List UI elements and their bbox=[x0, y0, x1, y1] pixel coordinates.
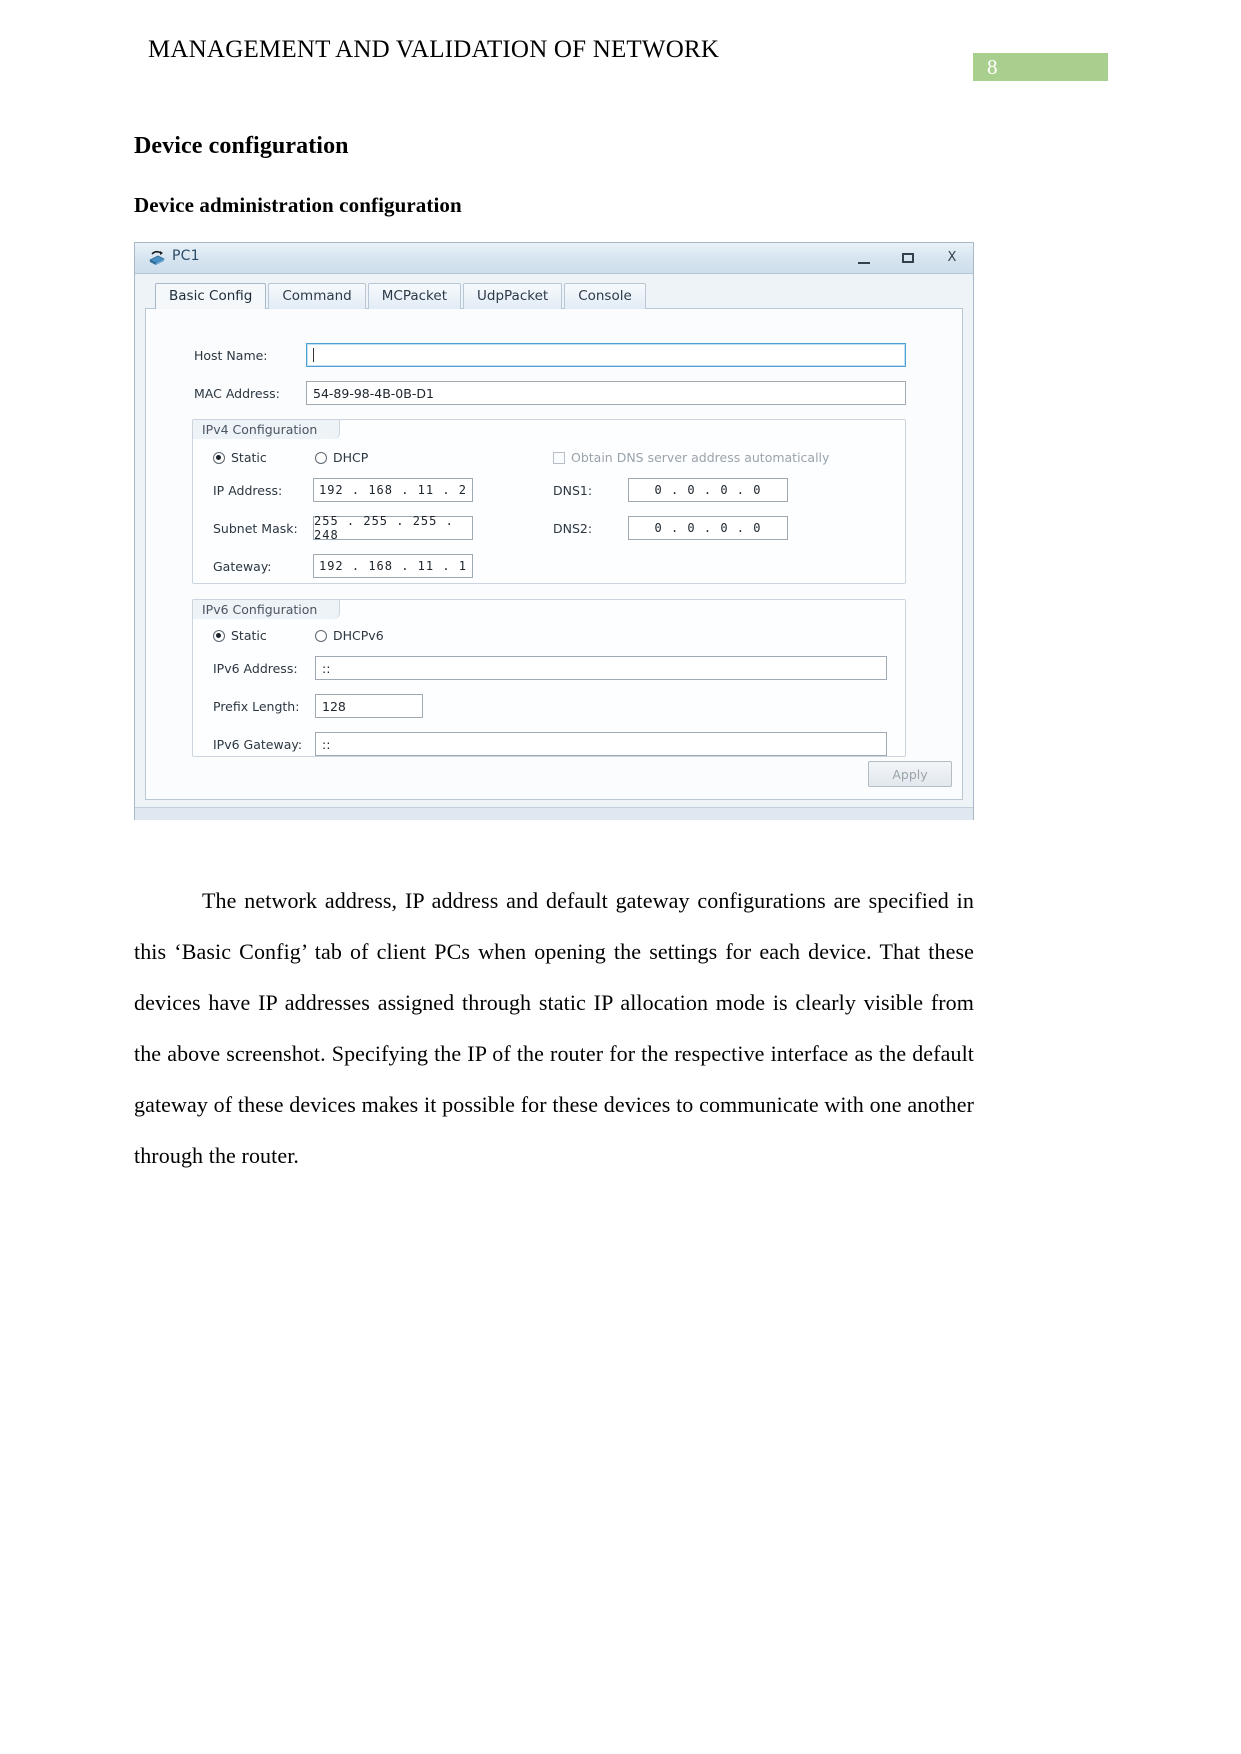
ipv4-static-label: Static bbox=[231, 450, 267, 465]
prefix-length-input[interactable]: 128 bbox=[315, 694, 423, 718]
ipv6-group-title: IPv6 Configuration bbox=[192, 599, 341, 619]
mac-address-input[interactable]: 54-89-98-4B-0B-D1 bbox=[306, 381, 906, 405]
obtain-dns-checkbox[interactable] bbox=[553, 451, 565, 464]
window-titlebar: PC1 X bbox=[135, 243, 973, 274]
tab-command[interactable]: Command bbox=[268, 283, 366, 309]
prefix-length-label: Prefix Length: bbox=[213, 698, 300, 714]
ipv4-dhcp-radio[interactable] bbox=[315, 451, 327, 464]
ipv6-configuration-group: IPv6 Configuration Static DHCPv6 IPv6 Ad… bbox=[192, 599, 906, 757]
ipv6-dhcpv6-radio-option[interactable]: DHCPv6 bbox=[315, 628, 384, 643]
basic-config-panel: Host Name: MAC Address: 54-89-98-4B-0B-D… bbox=[145, 308, 963, 800]
ip-address-label: IP Address: bbox=[213, 482, 283, 498]
host-name-label: Host Name: bbox=[194, 347, 268, 363]
window-controls: X bbox=[851, 243, 965, 273]
ipv4-static-radio[interactable] bbox=[213, 451, 225, 464]
gateway-row: Gateway: 192 . 168 . 11 . 1 bbox=[213, 554, 473, 578]
maximize-button[interactable] bbox=[895, 247, 921, 269]
ipv6-static-radio[interactable] bbox=[213, 629, 225, 642]
host-name-row: Host Name: bbox=[194, 343, 906, 367]
close-button[interactable]: X bbox=[939, 247, 965, 269]
tab-basic-config[interactable]: Basic Config bbox=[155, 283, 267, 309]
tab-mcpacket[interactable]: MCPacket bbox=[367, 283, 461, 309]
heading-device-configuration: Device configuration bbox=[134, 133, 349, 159]
heading-device-administration-configuration: Device administration configuration bbox=[134, 193, 462, 217]
ipv6-static-radio-option[interactable]: Static bbox=[213, 628, 267, 643]
minimize-button[interactable] bbox=[851, 247, 877, 269]
dns2-row: DNS2: 0 . 0 . 0 . 0 bbox=[553, 516, 788, 540]
mac-address-row: MAC Address: 54-89-98-4B-0B-D1 bbox=[194, 381, 906, 405]
ip-address-row: IP Address: 192 . 168 . 11 . 2 bbox=[213, 478, 473, 502]
subnet-mask-input[interactable]: 255 . 255 . 255 . 248 bbox=[313, 514, 473, 542]
ipv4-configuration-group: IPv4 Configuration Static DHCP Obtain DN… bbox=[192, 419, 906, 584]
ipv6-address-input[interactable]: :: bbox=[315, 656, 887, 680]
ipv4-group-title: IPv4 Configuration bbox=[192, 419, 341, 439]
dns2-label: DNS2: bbox=[553, 520, 593, 536]
window-statusbar bbox=[135, 807, 973, 820]
dns1-label: DNS1: bbox=[553, 482, 593, 498]
subnet-mask-row: Subnet Mask: 255 . 255 . 255 . 248 bbox=[213, 514, 473, 542]
ipv6-dhcpv6-label: DHCPv6 bbox=[333, 628, 384, 643]
ipv6-gateway-row: IPv6 Gateway: :: bbox=[213, 732, 887, 756]
mac-address-label: MAC Address: bbox=[194, 385, 280, 401]
tab-udppacket[interactable]: UdpPacket bbox=[463, 283, 563, 309]
body-paragraph: The network address, IP address and defa… bbox=[134, 888, 974, 1168]
gateway-label: Gateway: bbox=[213, 558, 272, 574]
ipv6-gateway-input[interactable]: :: bbox=[315, 732, 887, 756]
obtain-dns-label: Obtain DNS server address automatically bbox=[571, 450, 830, 465]
document-header-title: MANAGEMENT AND VALIDATION OF NETWORK bbox=[148, 36, 720, 63]
dns1-row: DNS1: 0 . 0 . 0 . 0 bbox=[553, 478, 788, 502]
ipv6-static-label: Static bbox=[231, 628, 267, 643]
subnet-mask-label: Subnet Mask: bbox=[213, 520, 298, 536]
prefix-length-row: Prefix Length: 128 bbox=[213, 694, 423, 718]
ipv6-gateway-label: IPv6 Gateway: bbox=[213, 736, 303, 752]
gateway-input[interactable]: 192 . 168 . 11 . 1 bbox=[313, 554, 473, 578]
ipv4-dhcp-radio-option[interactable]: DHCP bbox=[315, 450, 368, 465]
ensp-pc1-window: PC1 X Basic Config Command MCPacket UdpP… bbox=[134, 242, 974, 820]
ipv6-address-row: IPv6 Address: :: bbox=[213, 656, 887, 680]
window-body: Basic Config Command MCPacket UdpPacket … bbox=[135, 274, 973, 820]
tab-console[interactable]: Console bbox=[564, 283, 646, 309]
pc-device-icon bbox=[147, 248, 167, 268]
tabstrip: Basic Config Command MCPacket UdpPacket … bbox=[145, 282, 963, 309]
page-number-badge: 8 bbox=[973, 53, 1108, 81]
ip-address-input[interactable]: 192 . 168 . 11 . 2 bbox=[313, 478, 473, 502]
dns2-input[interactable]: 0 . 0 . 0 . 0 bbox=[628, 516, 788, 540]
ipv4-static-radio-option[interactable]: Static bbox=[213, 450, 267, 465]
dns1-input[interactable]: 0 . 0 . 0 . 0 bbox=[628, 478, 788, 502]
ipv6-address-label: IPv6 Address: bbox=[213, 660, 298, 676]
window-title: PC1 bbox=[172, 248, 200, 264]
page-header: MANAGEMENT AND VALIDATION OF NETWORK 8 bbox=[0, 36, 1241, 81]
ipv6-dhcpv6-radio[interactable] bbox=[315, 629, 327, 642]
apply-button[interactable]: Apply bbox=[868, 761, 952, 787]
text-caret bbox=[313, 348, 314, 362]
obtain-dns-automatically-option[interactable]: Obtain DNS server address automatically bbox=[553, 450, 829, 465]
ipv4-dhcp-label: DHCP bbox=[333, 450, 369, 465]
host-name-input[interactable] bbox=[306, 343, 906, 367]
